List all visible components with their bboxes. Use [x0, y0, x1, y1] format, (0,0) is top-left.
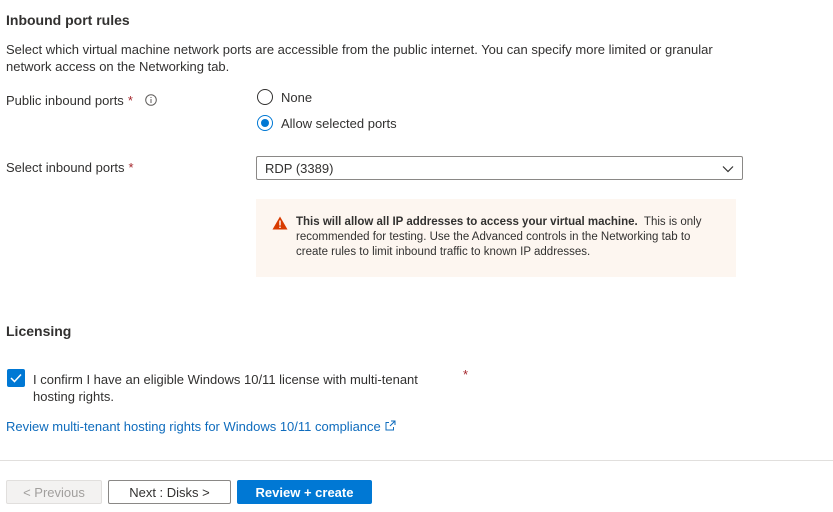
public-inbound-ports-label: Public inbound ports *: [6, 93, 157, 108]
required-asterisk: *: [128, 160, 134, 175]
required-asterisk: *: [127, 93, 133, 108]
radio-allow-selected-ports-circle[interactable]: [257, 115, 273, 131]
select-inbound-ports-label: Select inbound ports *: [6, 160, 134, 175]
section-title-licensing: Licensing: [6, 323, 72, 339]
warning-text-block: This will allow all IP addresses to acce…: [296, 215, 720, 277]
checkmark-icon: [10, 373, 22, 383]
radio-allow-selected-ports-label: Allow selected ports: [281, 115, 397, 131]
public-inbound-ports-text: Public inbound ports: [6, 93, 124, 108]
review-hosting-rights-link[interactable]: Review multi-tenant hosting rights for W…: [6, 419, 396, 434]
footer-divider: [0, 460, 833, 461]
warning-icon: [272, 216, 288, 277]
select-inbound-ports-value: RDP (3389): [265, 160, 334, 176]
warning-message: This will allow all IP addresses to acce…: [256, 199, 736, 277]
select-inbound-ports-dropdown[interactable]: RDP (3389): [256, 156, 743, 180]
chevron-down-icon: [722, 161, 734, 176]
warning-bold-text: This will allow all IP addresses to acce…: [296, 216, 638, 228]
inbound-description: Select which virtual machine network por…: [6, 42, 713, 74]
previous-button[interactable]: < Previous: [6, 480, 102, 504]
radio-allow-selected-ports[interactable]: Allow selected ports: [257, 115, 397, 131]
radio-none[interactable]: None: [257, 89, 312, 105]
section-title-inbound: Inbound port rules: [6, 12, 130, 28]
radio-none-circle[interactable]: [257, 89, 273, 105]
review-hosting-rights-link-text[interactable]: Review multi-tenant hosting rights for W…: [6, 419, 381, 434]
next-disks-button[interactable]: Next : Disks >: [108, 480, 231, 504]
license-required-asterisk: *: [463, 367, 469, 382]
select-inbound-ports-text: Select inbound ports: [6, 160, 125, 175]
radio-none-label: None: [281, 89, 313, 105]
info-icon[interactable]: [144, 94, 157, 106]
review-create-button[interactable]: Review + create: [237, 480, 372, 504]
external-link-icon: [385, 419, 396, 434]
license-confirm-checkbox[interactable]: [7, 369, 25, 387]
license-confirm-label[interactable]: I confirm I have an eligible Windows 10/…: [33, 371, 443, 405]
